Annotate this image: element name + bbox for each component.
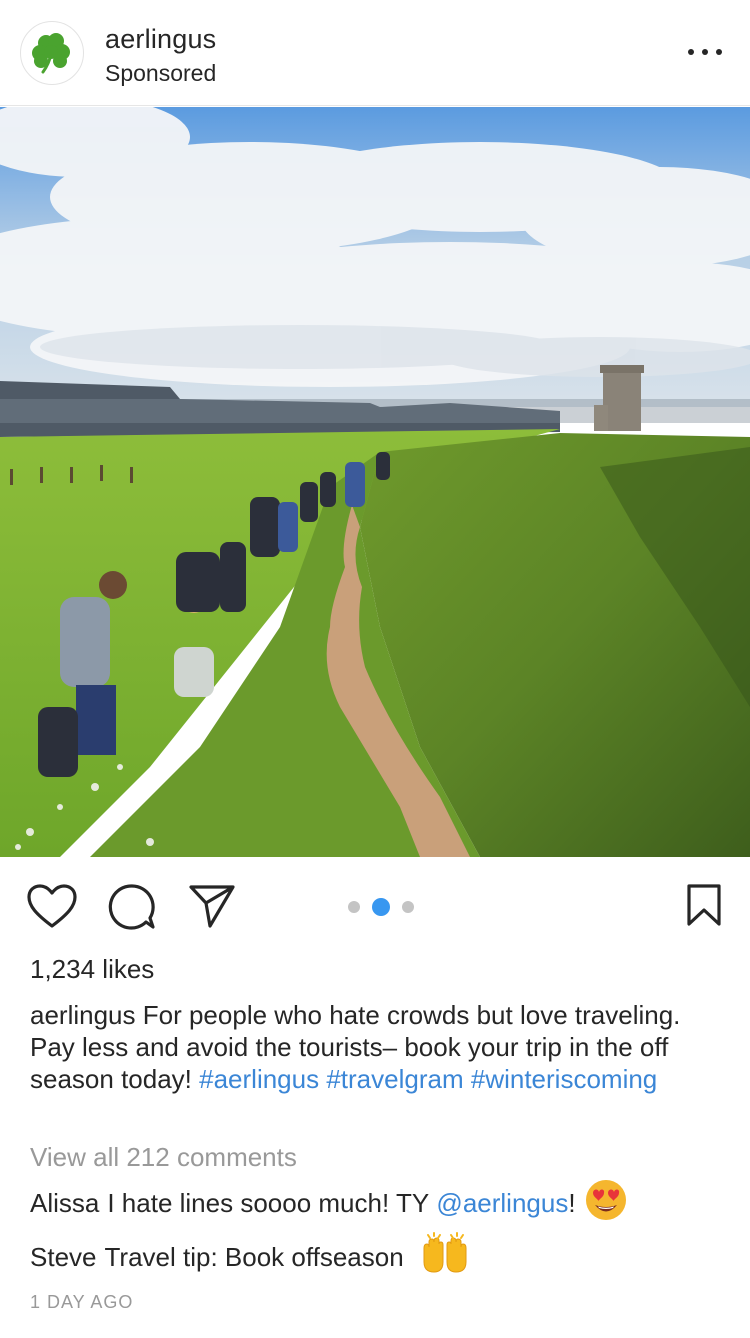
carousel-dot-active	[372, 898, 390, 916]
hashtag[interactable]: #travelgram	[326, 1064, 463, 1094]
account-avatar[interactable]	[20, 21, 84, 85]
shamrock-icon	[32, 33, 70, 74]
heart-eyes-emoji-icon	[584, 1178, 628, 1229]
account-username[interactable]: aerlingus	[105, 24, 216, 55]
comment-text: I hate lines soooo much! TY	[107, 1187, 430, 1218]
carousel-dot	[402, 901, 414, 913]
mention-link[interactable]: @aerlingus	[436, 1188, 568, 1219]
raising-hands-emoji-icon	[420, 1231, 470, 1283]
comment-username[interactable]: Alissa	[30, 1188, 99, 1219]
hashtag[interactable]: #aerlingus	[199, 1064, 319, 1094]
more-horizontal-icon[interactable]	[688, 42, 722, 62]
sponsored-label: Sponsored	[105, 60, 217, 86]
comment-bubble-icon[interactable]	[108, 883, 156, 936]
comment-item: Alissa I hate lines soooo much! TY @aerl…	[30, 1178, 628, 1229]
comment-text-end: !	[568, 1187, 576, 1218]
heart-icon[interactable]	[26, 883, 78, 934]
caption-username[interactable]: aerlingus	[30, 1000, 136, 1030]
likes-count[interactable]: 1,234 likes	[30, 954, 154, 985]
carousel-dot	[348, 901, 360, 913]
view-all-comments-link[interactable]: View all 212 comments	[30, 1142, 297, 1173]
comment-item: Steve Travel tip: Book offseason	[30, 1231, 470, 1283]
bookmark-icon[interactable]	[686, 883, 722, 932]
post-caption: aerlingus For people who hate crowds but…	[30, 999, 720, 1095]
hashtag[interactable]: #winteriscoming	[471, 1064, 657, 1094]
carousel-indicator	[348, 898, 414, 916]
post-header: aerlingus Sponsored	[0, 0, 750, 106]
paper-plane-icon[interactable]	[188, 883, 236, 934]
comment-username[interactable]: Steve	[30, 1242, 97, 1273]
post-timestamp: 1 DAY AGO	[30, 1292, 134, 1312]
comment-text: Travel tip: Book offseason	[104, 1241, 404, 1272]
post-photo[interactable]	[0, 107, 750, 857]
post-action-bar	[0, 857, 750, 957]
